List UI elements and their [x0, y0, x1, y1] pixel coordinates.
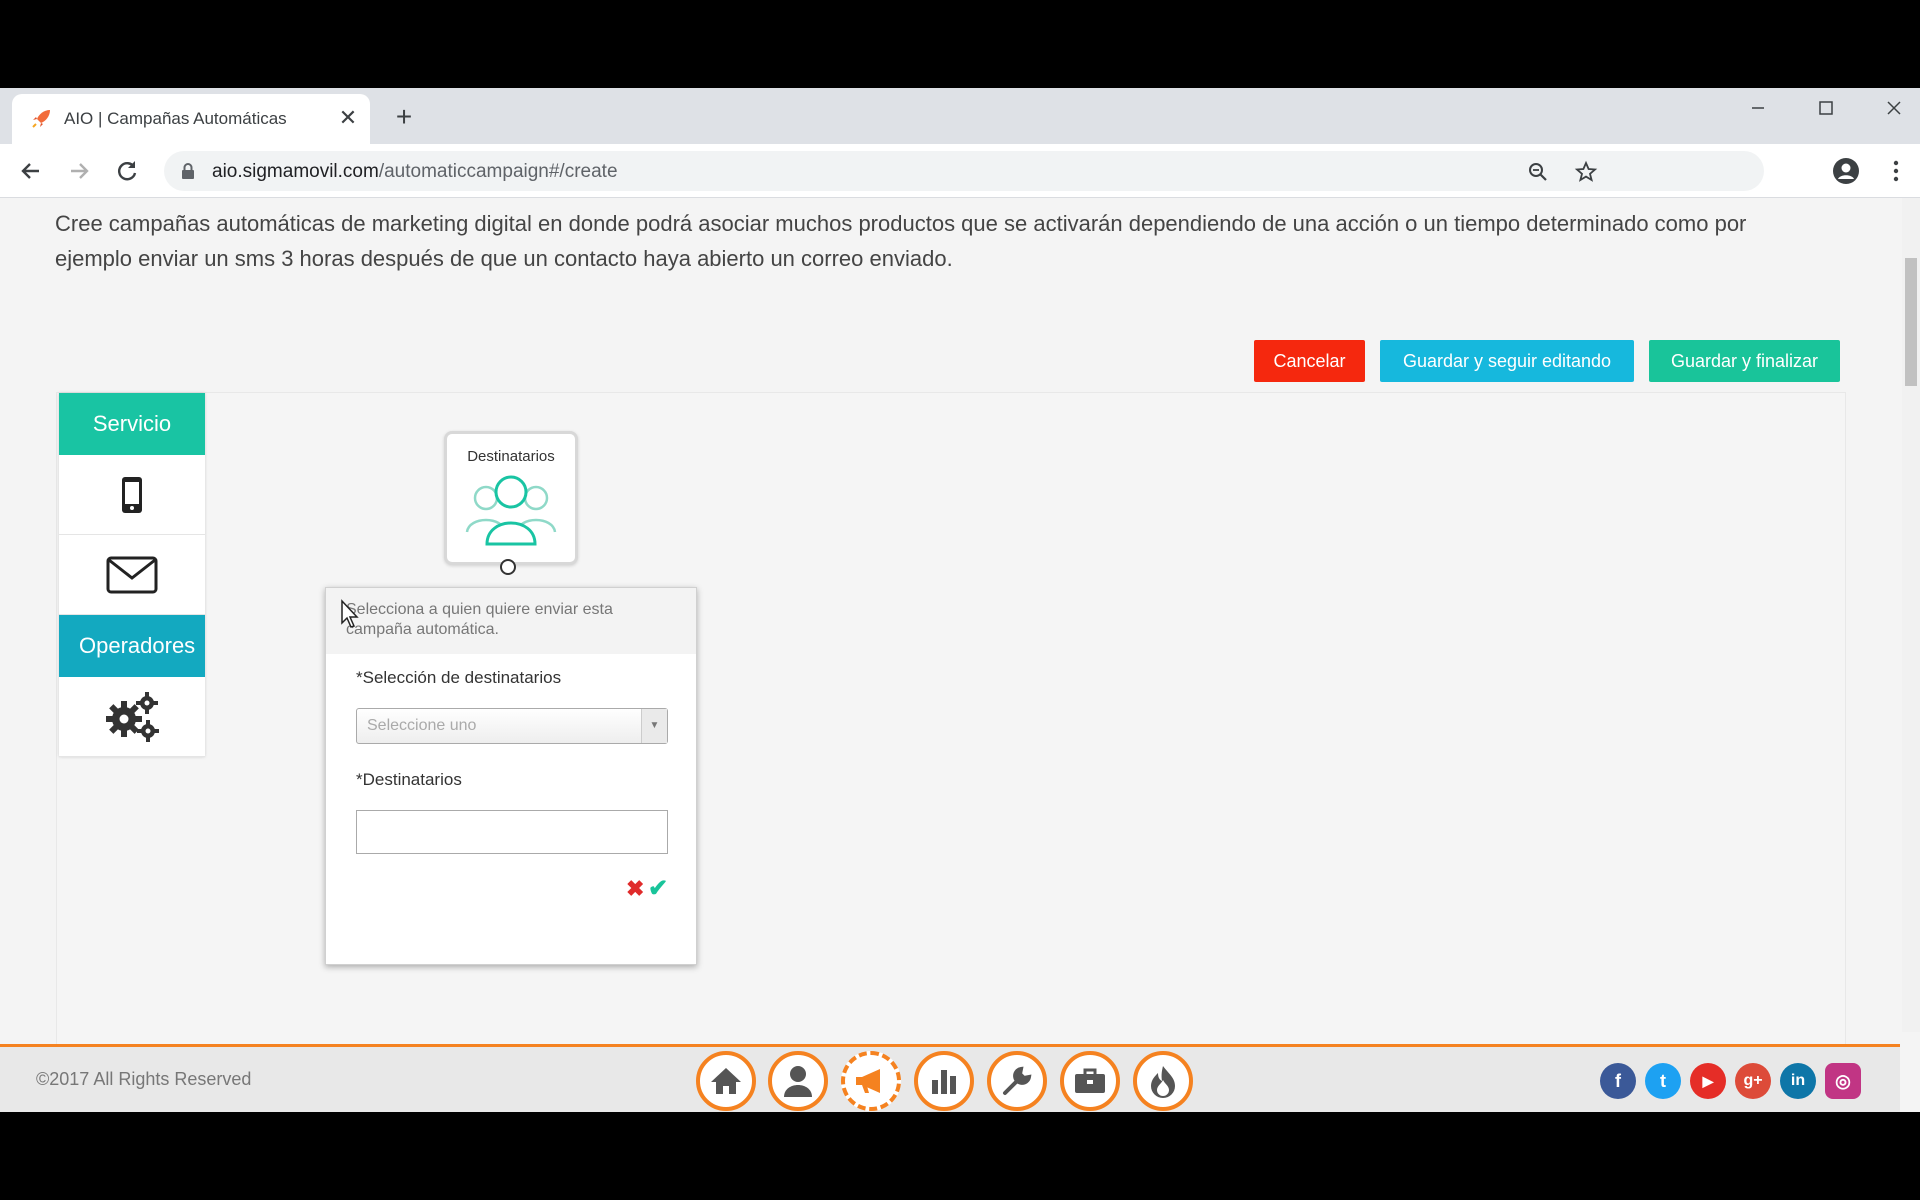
browser-tab[interactable]: AIO | Campañas Automáticas ✕ — [12, 94, 370, 144]
copyright-text: ©2017 All Rights Reserved — [36, 1069, 252, 1089]
menu-dots-icon[interactable] — [1882, 157, 1910, 185]
gears-icon — [106, 691, 159, 742]
new-tab-icon[interactable]: + — [390, 103, 418, 132]
chevron-down-icon[interactable]: ▼ — [641, 709, 667, 743]
zoom-icon[interactable] — [1526, 160, 1550, 184]
check-icon[interactable]: ✔ — [648, 874, 668, 903]
youtube-icon[interactable]: ▶ — [1690, 1063, 1726, 1099]
email-service-item[interactable] — [59, 535, 205, 615]
scrollbar-thumb[interactable] — [1905, 258, 1917, 386]
address-bar[interactable]: aio.sigmamovil.com/automaticcampaign#/cr… — [164, 151, 1764, 191]
forward-icon[interactable] — [65, 157, 93, 185]
sms-service-item[interactable] — [59, 455, 205, 535]
user-icon[interactable] — [768, 1051, 828, 1111]
briefcase-icon[interactable] — [1060, 1051, 1120, 1111]
users-icon — [465, 475, 557, 546]
linkedin-icon[interactable]: in — [1780, 1063, 1816, 1099]
save-and-continue-button[interactable]: Guardar y seguir editando — [1380, 340, 1634, 382]
mobile-phone-icon — [122, 476, 142, 513]
node-title: Destinatarios — [467, 448, 555, 465]
envelope-icon — [106, 556, 158, 593]
tab-title: AIO | Campañas Automáticas — [64, 109, 287, 128]
recipient-selection-label: *Selección de destinatarios — [356, 668, 562, 687]
page-scrollbar[interactable] — [1902, 198, 1920, 1032]
url-text: aio.sigmamovil.com/automaticcampaign#/cr… — [212, 161, 618, 183]
close-icon[interactable]: ✖ — [626, 876, 644, 902]
facebook-icon[interactable]: f — [1600, 1063, 1636, 1099]
minimize-icon[interactable] — [1724, 88, 1792, 128]
select-placeholder: Seleccione uno — [367, 717, 477, 734]
twitter-icon[interactable]: t — [1645, 1063, 1681, 1099]
operators-header: Operadores — [59, 615, 205, 677]
tab-strip: AIO | Campañas Automáticas ✕ + — [0, 88, 1920, 144]
cancel-button[interactable]: Cancelar — [1254, 340, 1365, 382]
maximize-icon[interactable] — [1792, 88, 1860, 128]
screen: AIO | Campañas Automáticas ✕ + aio.sigma… — [0, 0, 1920, 1200]
popup-help-text: Selecciona a quien quiere enviar esta ca… — [326, 588, 696, 654]
recipient-selection-select[interactable]: Seleccione uno ▼ — [356, 708, 668, 744]
bookmark-star-icon[interactable] — [1574, 160, 1598, 184]
recipients-node[interactable]: Destinatarios — [444, 431, 578, 565]
save-and-finish-button[interactable]: Guardar y finalizar — [1649, 340, 1840, 382]
page-content: Cree campañas automáticas de marketing d… — [0, 198, 1900, 1052]
intro-text: Cree campañas automáticas de marketing d… — [55, 211, 1747, 271]
tool-palette: Servicio Operadores — [59, 393, 205, 757]
wrench-icon[interactable] — [987, 1051, 1047, 1111]
lock-icon — [182, 163, 194, 179]
operator-item[interactable] — [59, 677, 205, 757]
url-host: aio.sigmamovil.com — [212, 161, 379, 182]
account-icon[interactable] — [1832, 157, 1860, 185]
tab-close-icon[interactable]: ✕ — [336, 106, 360, 130]
browser-toolbar: aio.sigmamovil.com/automaticcampaign#/cr… — [0, 144, 1920, 198]
node-connector-port[interactable] — [500, 559, 516, 575]
home-icon[interactable] — [696, 1051, 756, 1111]
flame-icon[interactable] — [1133, 1051, 1193, 1111]
reload-icon[interactable] — [113, 157, 141, 185]
url-path: /automaticcampaign#/create — [378, 161, 618, 182]
google-plus-icon[interactable]: g+ — [1735, 1063, 1771, 1099]
megaphone-icon[interactable] — [841, 1051, 901, 1111]
campaign-canvas[interactable]: Servicio Operadores Destinatarios Selecc… — [56, 392, 1846, 1052]
bar-chart-icon[interactable] — [914, 1051, 974, 1111]
recipients-input[interactable] — [356, 810, 668, 854]
recipients-label: *Destinatarios — [356, 770, 462, 789]
window-close-icon[interactable] — [1860, 88, 1920, 128]
back-icon[interactable] — [17, 157, 45, 185]
recipients-popup: Selecciona a quien quiere enviar esta ca… — [325, 587, 697, 965]
browser-window: AIO | Campañas Automáticas ✕ + aio.sigma… — [0, 88, 1920, 1112]
instagram-icon[interactable]: ◎ — [1825, 1063, 1861, 1099]
mouse-cursor-icon — [341, 599, 359, 628]
footer: ©2017 All Rights Reserved f t ▶ g+ in ◎ — [0, 1044, 1900, 1112]
service-header: Servicio — [59, 393, 205, 455]
rocket-icon — [32, 110, 50, 128]
